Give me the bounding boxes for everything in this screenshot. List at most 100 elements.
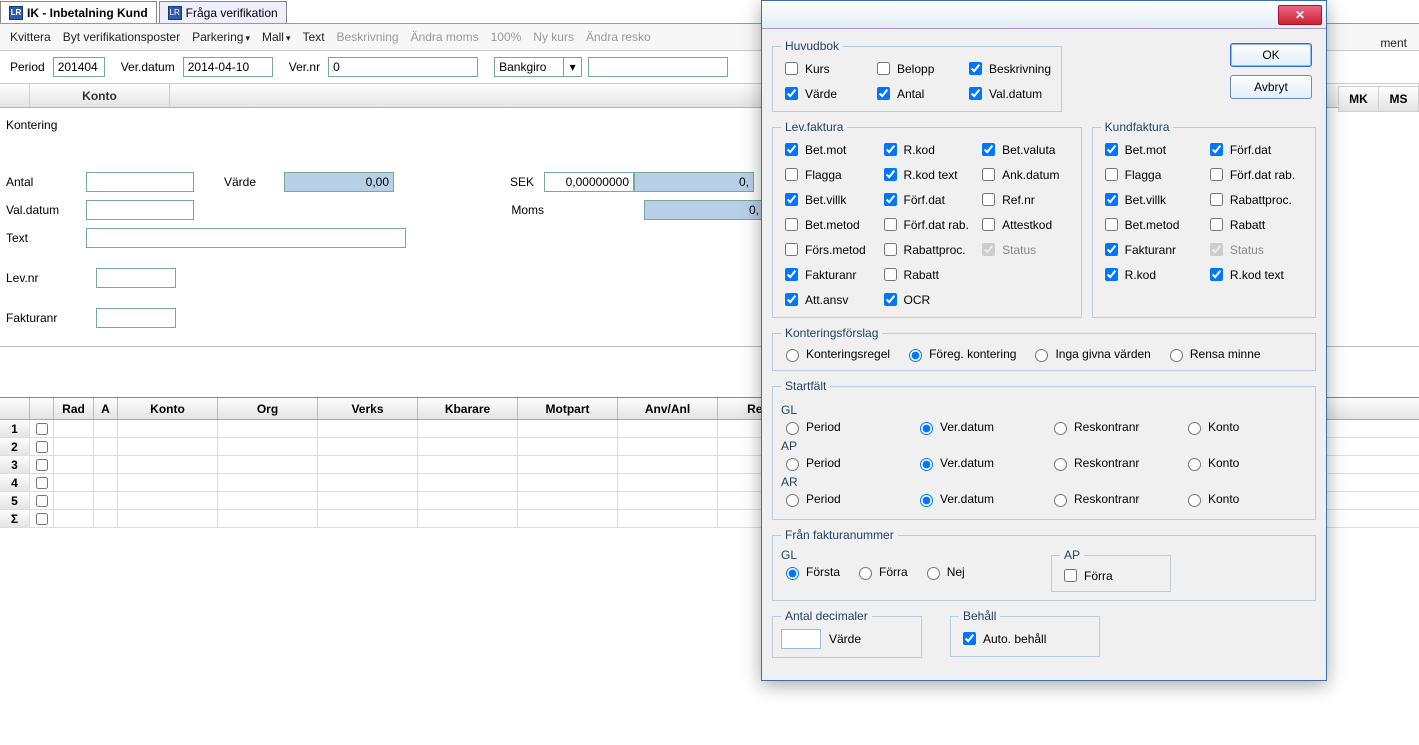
- radio-input[interactable]: [786, 458, 799, 471]
- cell[interactable]: [318, 492, 418, 509]
- autobehall-checkbox[interactable]: Auto. behåll: [959, 629, 1091, 648]
- checkbox-input[interactable]: [884, 268, 897, 281]
- radio-input[interactable]: [786, 494, 799, 507]
- radio-ap-ver-datum[interactable]: Ver.datum: [915, 455, 1035, 471]
- ok-button[interactable]: OK: [1230, 43, 1312, 67]
- checkbox-antal[interactable]: Antal: [873, 84, 961, 103]
- cell[interactable]: [218, 420, 318, 437]
- cell[interactable]: [518, 510, 618, 527]
- cell[interactable]: [418, 456, 518, 473]
- verdatum-input[interactable]: [183, 57, 273, 77]
- checkbox-input[interactable]: [785, 218, 798, 231]
- checkbox-input[interactable]: [785, 143, 798, 156]
- tb-byt[interactable]: Byt verifikationsposter: [63, 30, 180, 44]
- cell[interactable]: [318, 510, 418, 527]
- col-kbarare[interactable]: Kbarare: [418, 398, 518, 419]
- col-rad[interactable]: Rad: [54, 398, 94, 419]
- cell[interactable]: [118, 510, 218, 527]
- checkbox-input[interactable]: [969, 62, 982, 75]
- col-ms[interactable]: MS: [1379, 87, 1419, 111]
- cell[interactable]: [218, 456, 318, 473]
- cell[interactable]: [518, 474, 618, 491]
- radio-ffn-f-rra[interactable]: Förra: [854, 564, 908, 580]
- cell[interactable]: [94, 474, 118, 491]
- radio-input[interactable]: [786, 422, 799, 435]
- checkbox-rabatt[interactable]: Rabatt: [1206, 215, 1307, 234]
- varde-input[interactable]: [284, 172, 394, 192]
- cell[interactable]: [418, 492, 518, 509]
- checkbox-input[interactable]: [1210, 268, 1223, 281]
- cell[interactable]: [618, 420, 718, 437]
- checkbox-input[interactable]: [1105, 168, 1118, 181]
- checkbox-att-ansv[interactable]: Att.ansv: [781, 290, 876, 309]
- cell[interactable]: [94, 438, 118, 455]
- cell[interactable]: [94, 456, 118, 473]
- checkbox-flagga[interactable]: Flagga: [781, 165, 876, 184]
- checkbox-ank-datum[interactable]: Ank.datum: [978, 165, 1073, 184]
- checkbox-input[interactable]: [1210, 193, 1223, 206]
- cell[interactable]: [54, 456, 94, 473]
- radio-input[interactable]: [920, 494, 933, 507]
- checkbox-kurs[interactable]: Kurs: [781, 59, 869, 78]
- radio-gl-konto[interactable]: Konto: [1183, 419, 1303, 435]
- checkbox-rabatt[interactable]: Rabatt: [880, 265, 975, 284]
- checkbox-bet-valuta[interactable]: Bet.valuta: [978, 140, 1073, 159]
- ap-forr-checkbox[interactable]: Förra: [1060, 566, 1162, 585]
- checkbox-ocr[interactable]: OCR: [880, 290, 975, 309]
- checkbox-input[interactable]: [785, 293, 798, 306]
- row-check-cell[interactable]: [30, 474, 54, 491]
- col-motpart[interactable]: Motpart: [518, 398, 618, 419]
- close-button[interactable]: ✕: [1278, 5, 1322, 25]
- checkbox-r-kod-text[interactable]: R.kod text: [880, 165, 975, 184]
- radio-gl-reskontranr[interactable]: Reskontranr: [1049, 419, 1169, 435]
- chevron-down-icon[interactable]: ▾: [564, 57, 582, 77]
- checkbox-f-rf-dat-rab-[interactable]: Förf.dat rab.: [880, 215, 975, 234]
- checkbox-input[interactable]: [1105, 143, 1118, 156]
- checkbox-input[interactable]: [785, 168, 798, 181]
- checkbox-rabattproc-[interactable]: Rabattproc.: [1206, 190, 1307, 209]
- checkbox-input[interactable]: [1210, 168, 1223, 181]
- cell[interactable]: [218, 510, 318, 527]
- cell[interactable]: [518, 438, 618, 455]
- autobehall-input[interactable]: [963, 632, 976, 645]
- cell[interactable]: [94, 510, 118, 527]
- col-mk[interactable]: MK: [1339, 87, 1379, 111]
- radio-gl-period[interactable]: Period: [781, 419, 901, 435]
- col-konto[interactable]: Konto: [118, 398, 218, 419]
- cell[interactable]: [94, 492, 118, 509]
- cell[interactable]: [418, 420, 518, 437]
- radio-inga-givna-v-rden[interactable]: Inga givna värden: [1030, 346, 1150, 362]
- tb-text[interactable]: Text: [303, 30, 325, 44]
- cell[interactable]: [54, 492, 94, 509]
- tb-mall[interactable]: Mall: [262, 30, 291, 44]
- radio-ap-konto[interactable]: Konto: [1183, 455, 1303, 471]
- cell[interactable]: [118, 420, 218, 437]
- radio-ar-konto[interactable]: Konto: [1183, 491, 1303, 507]
- radio-input[interactable]: [1188, 422, 1201, 435]
- checkbox-fakturanr[interactable]: Fakturanr: [1101, 240, 1202, 259]
- paytype-select[interactable]: [494, 57, 564, 77]
- row-checkbox[interactable]: [36, 477, 48, 489]
- row-check-cell[interactable]: [30, 420, 54, 437]
- checkbox-ref-nr[interactable]: Ref.nr: [978, 190, 1073, 209]
- row-check-cell[interactable]: [30, 456, 54, 473]
- cell[interactable]: [618, 510, 718, 527]
- checkbox-input[interactable]: [969, 87, 982, 100]
- checkbox-bet-mot[interactable]: Bet.mot: [1101, 140, 1202, 159]
- tb-kvittera[interactable]: Kvittera: [10, 30, 51, 44]
- radio-input[interactable]: [1170, 349, 1183, 362]
- antal-input[interactable]: [86, 172, 194, 192]
- row-checkbox[interactable]: [36, 423, 48, 435]
- radio-input[interactable]: [920, 422, 933, 435]
- col-verks[interactable]: Verks: [318, 398, 418, 419]
- checkbox-input[interactable]: [982, 143, 995, 156]
- checkbox-input[interactable]: [1105, 268, 1118, 281]
- row-checkbox[interactable]: [36, 495, 48, 507]
- checkbox-f-rf-dat[interactable]: Förf.dat: [1206, 140, 1307, 159]
- dialog-titlebar[interactable]: ✕: [762, 1, 1326, 29]
- cell[interactable]: [618, 474, 718, 491]
- checkbox-input[interactable]: [785, 268, 798, 281]
- checkbox-f-rs-metod[interactable]: Förs.metod: [781, 240, 876, 259]
- cell[interactable]: [318, 456, 418, 473]
- radio-ap-reskontranr[interactable]: Reskontranr: [1049, 455, 1169, 471]
